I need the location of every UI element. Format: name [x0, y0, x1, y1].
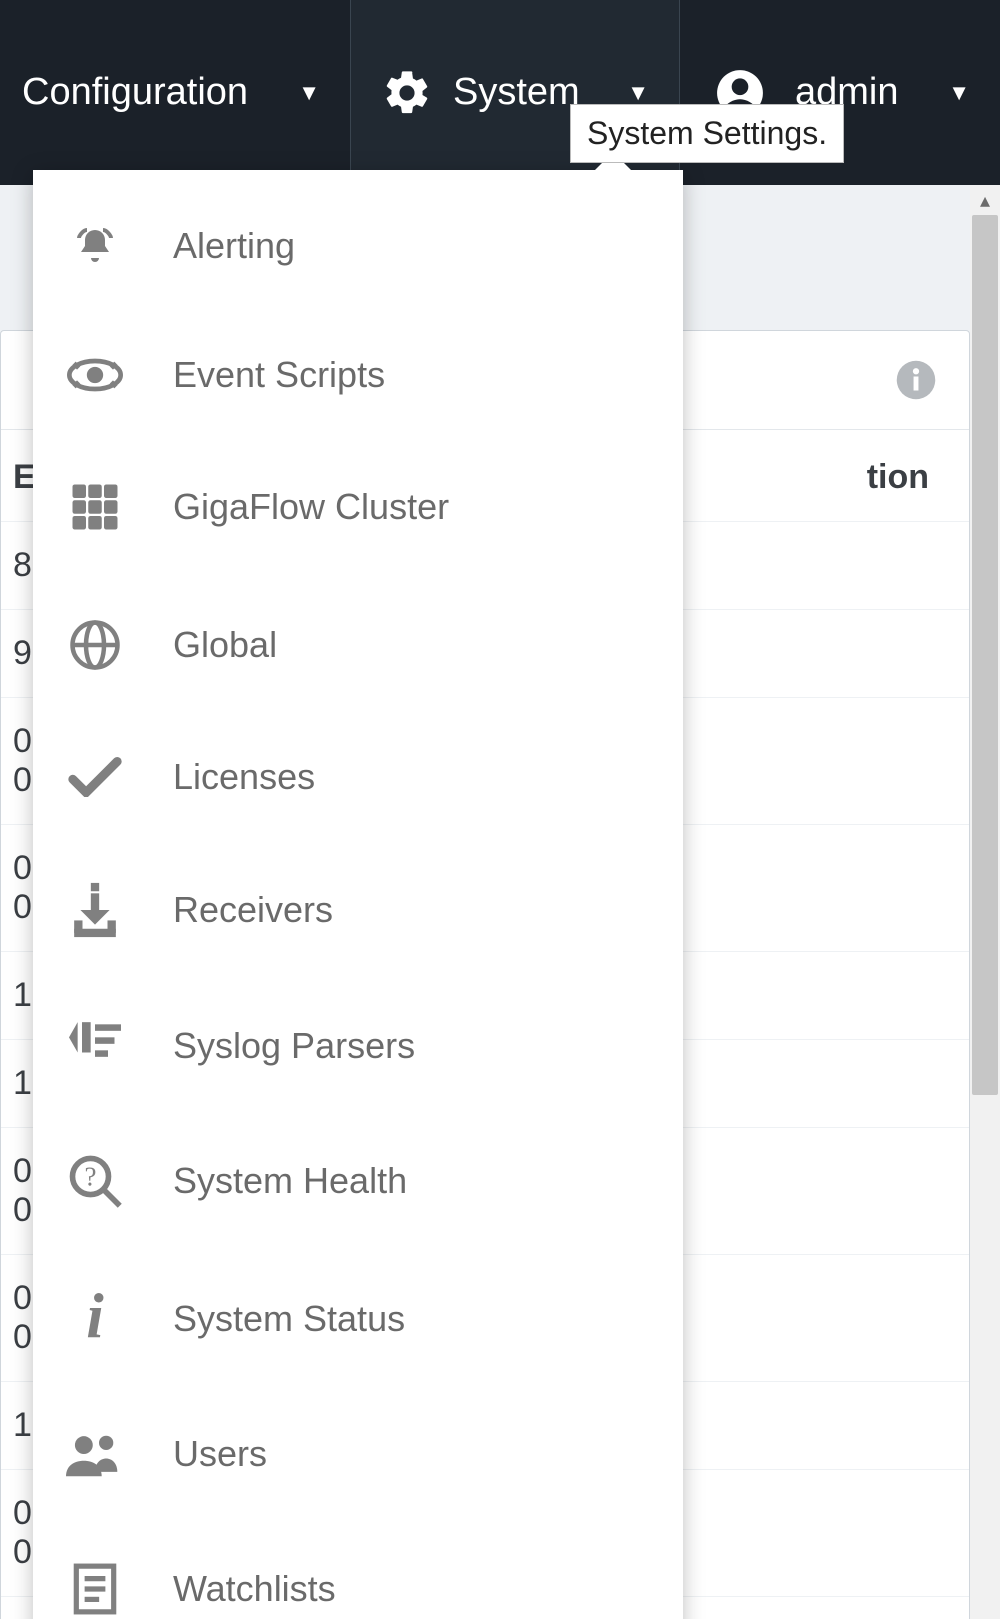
scroll-thumb[interactable]: [972, 215, 998, 1095]
dropdown-item-watchlists[interactable]: Watchlists: [33, 1520, 683, 1619]
system-dropdown: Alerting Event Scripts GigaFlow Cluster Glo…: [33, 170, 683, 1619]
dropdown-item-global[interactable]: Global: [33, 576, 683, 714]
nav-system-label: System: [453, 71, 580, 114]
dropdown-item-label: Licenses: [173, 756, 315, 798]
table-cell: 0 0: [1, 1494, 34, 1572]
dropdown-item-syslog-parsers[interactable]: Syslog Parsers: [33, 980, 683, 1112]
table-cell: 12: [1, 976, 34, 1015]
caret-down-icon: ▼: [948, 80, 970, 106]
topnav: Configuration ▼ System ▼ admin ▼: [0, 0, 1000, 185]
caret-down-icon: ▼: [627, 80, 649, 106]
cluster-icon: [65, 480, 125, 534]
nav-configuration[interactable]: Configuration ▼: [0, 0, 350, 185]
dropdown-item-label: Watchlists: [173, 1568, 336, 1610]
global-icon: [65, 618, 125, 672]
dropdown-item-label: Users: [173, 1433, 267, 1475]
info-icon[interactable]: [895, 359, 937, 401]
dropdown-item-system-status[interactable]: i System Status: [33, 1250, 683, 1388]
table-header-col1: Er: [1, 458, 34, 497]
dropdown-item-alerting[interactable]: Alerting: [33, 180, 683, 312]
dropdown-item-label: GigaFlow Cluster: [173, 486, 449, 528]
dropdown-item-label: System Status: [173, 1298, 405, 1340]
vertical-scrollbar[interactable]: ▴: [970, 185, 1000, 1619]
svg-text:i: i: [86, 1292, 104, 1346]
system-tooltip: System Settings.: [570, 104, 844, 163]
dropdown-item-event-scripts[interactable]: Event Scripts: [33, 312, 683, 438]
dropdown-item-label: Syslog Parsers: [173, 1025, 415, 1067]
dropdown-item-receivers[interactable]: Receivers: [33, 840, 683, 980]
table-cell: 17: [1, 1406, 34, 1445]
dropdown-item-label: Alerting: [173, 225, 295, 267]
table-cell: 0 0: [1, 1152, 34, 1230]
receivers-icon: [65, 882, 125, 938]
nav-configuration-label: Configuration: [22, 71, 248, 114]
caret-down-icon: ▼: [298, 80, 320, 106]
table-cell: 0 0: [1, 722, 34, 800]
licenses-icon: [65, 757, 125, 797]
table-cell: 0 0: [1, 849, 34, 927]
watchlists-icon: [65, 1562, 125, 1616]
table-cell: 95: [1, 634, 34, 673]
table-cell: 10: [1, 1064, 34, 1103]
users-icon: [65, 1430, 125, 1478]
svg-text:?: ?: [85, 1162, 97, 1192]
dropdown-item-gigaflow-cluster[interactable]: GigaFlow Cluster: [33, 438, 683, 576]
dropdown-item-label: System Health: [173, 1160, 407, 1202]
dropdown-item-licenses[interactable]: Licenses: [33, 714, 683, 840]
syslog-icon: [65, 1022, 125, 1070]
dropdown-item-label: Receivers: [173, 889, 333, 931]
status-icon: i: [65, 1292, 125, 1346]
dropdown-item-label: Event Scripts: [173, 354, 385, 396]
alerting-icon: [65, 222, 125, 270]
health-icon: ?: [65, 1154, 125, 1208]
table-cell: 82: [1, 546, 34, 585]
table-cell: 0 0: [1, 1279, 34, 1357]
dropdown-item-system-health[interactable]: ? System Health: [33, 1112, 683, 1250]
dropdown-item-users[interactable]: Users: [33, 1388, 683, 1520]
event-scripts-icon: [65, 357, 125, 393]
gear-icon: [381, 67, 433, 119]
scroll-up-arrow-icon[interactable]: ▴: [970, 185, 1000, 215]
dropdown-item-label: Global: [173, 624, 277, 666]
